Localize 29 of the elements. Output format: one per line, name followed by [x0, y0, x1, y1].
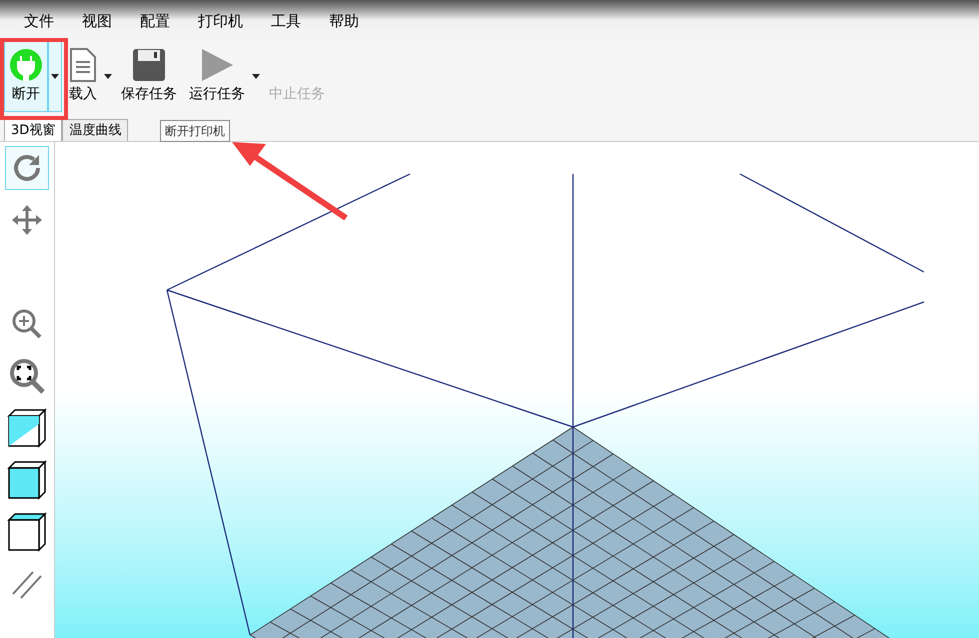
cube-icon: [7, 408, 47, 448]
menu-item[interactable]: 打印机: [198, 10, 243, 32]
rotate-icon: [11, 152, 43, 184]
play-icon: [200, 48, 234, 82]
toolbar-button[interactable]: 载入: [64, 40, 102, 112]
toolbar-button[interactable]: 运行任务: [184, 40, 250, 112]
view-tool-button[interactable]: [5, 510, 49, 554]
tab[interactable]: 温度曲线: [62, 119, 128, 141]
plug-icon: [9, 48, 43, 82]
document-icon: [69, 48, 97, 82]
view-tool-button[interactable]: [5, 406, 49, 450]
caret-icon[interactable]: [252, 74, 260, 78]
toolbar-button[interactable]: 断开: [4, 40, 48, 112]
zoom-fit-icon: [9, 358, 45, 394]
cube-icon: [7, 512, 47, 552]
move-arrows-icon: [11, 204, 43, 236]
menu-item[interactable]: 工具: [271, 10, 301, 32]
zoom-in-icon: [11, 308, 43, 340]
menu-item[interactable]: 文件: [24, 10, 54, 32]
view-tool-button[interactable]: [5, 458, 49, 502]
cube-icon: [7, 460, 47, 500]
menu-item[interactable]: 配置: [140, 10, 170, 32]
tab[interactable]: 3D视窗: [4, 119, 62, 141]
menu-item[interactable]: 视图: [82, 10, 112, 32]
caret-icon[interactable]: [51, 74, 59, 78]
tooltip: 断开打印机: [160, 120, 230, 142]
caret-icon[interactable]: [104, 74, 112, 78]
menu-item[interactable]: 帮助: [329, 10, 359, 32]
toolbar-button[interactable]: 保存任务: [116, 40, 182, 112]
